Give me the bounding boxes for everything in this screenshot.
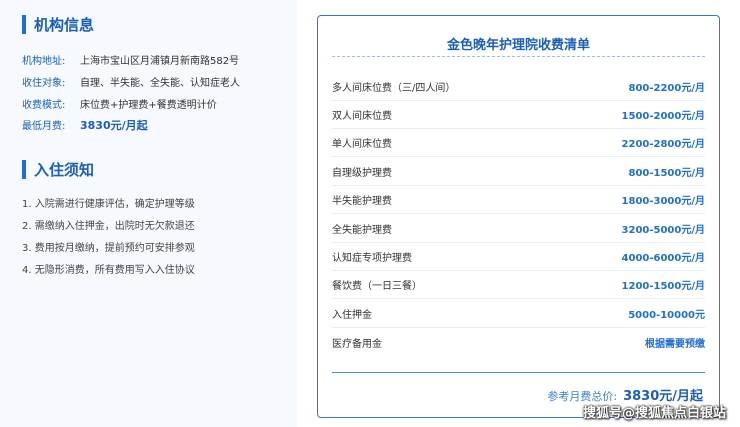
fee-name: 单人间床位费: [332, 139, 392, 150]
fee-price: 1500-2000元/月: [621, 111, 705, 122]
admission-note: 1. 入院需进行健康评估，确定护理等级: [22, 199, 195, 210]
fee-price: 2200-2800元/月: [621, 139, 705, 150]
info-label: 收住对象:: [22, 78, 66, 89]
min-fee-value: 3830元/月起: [80, 119, 148, 132]
info-label: 收费模式:: [22, 100, 66, 111]
fee-name: 认知症专项护理费: [332, 253, 412, 264]
watermark: 搜狐号@搜狐焦点白银站: [582, 406, 726, 421]
fee-price: 800-1500元/月: [628, 168, 705, 179]
fee-price: 3200-5000元/月: [621, 225, 705, 236]
info-row-billing: 收费模式: 床位费+护理费+餐费透明计价: [22, 96, 217, 111]
fee-list-title: 金色晚年护理院收费清单: [446, 38, 590, 53]
fee-row: 双人间床位费 1500-2000元/月: [332, 101, 705, 129]
fee-name: 多人间床位费（三/四人间）: [332, 83, 456, 94]
fee-row: 入住押金 5000-10000元: [332, 300, 705, 328]
fee-name: 医疗备用金: [332, 338, 382, 350]
fee-list-card: 金色晚年护理院收费清单 多人间床位费（三/四人间） 800-2200元/月 双人间…: [317, 15, 720, 418]
fee-row: 医疗备用金 根据需要预缴: [332, 328, 705, 356]
info-value: 上海市宝山区月浦镇月新南路582号: [80, 56, 240, 67]
title-divider: [332, 56, 705, 57]
fee-name: 全失能护理费: [332, 225, 392, 236]
info-value: 自理、半失能、全失能、认知症老人: [80, 78, 240, 89]
admission-note: 2. 需缴纳入住押金，出院时无欠款退还: [22, 221, 195, 232]
fee-row: 半失能护理费 1800-3000元/月: [332, 186, 705, 214]
info-row-residents: 收住对象: 自理、半失能、全失能、认知症老人: [22, 74, 240, 89]
fee-price: 800-2200元/月: [628, 83, 705, 94]
info-row-min-fee: 最低月费: 3830元/月起: [22, 117, 148, 133]
fee-name: 自理级护理费: [332, 168, 392, 179]
fee-price: 根据需要预缴: [645, 338, 705, 350]
fee-name: 入住押金: [332, 310, 372, 321]
fee-price: 1800-3000元/月: [621, 196, 705, 207]
total-divider: [332, 372, 705, 373]
info-row-address: 机构地址: 上海市宝山区月浦镇月新南路582号: [22, 52, 239, 67]
info-value: 床位费+护理费+餐费透明计价: [80, 100, 217, 111]
fee-row: 餐饮费（一日三餐） 1200-1500元/月: [332, 271, 705, 299]
fee-name: 半失能护理费: [332, 196, 392, 207]
fee-row: 认知症专项护理费 4000-6000元/月: [332, 243, 705, 271]
fee-row: 单人间床位费 2200-2800元/月: [332, 129, 705, 157]
info-label: 机构地址:: [22, 56, 66, 67]
admission-note: 4. 无隐形消费，所有费用写入入住协议: [22, 265, 195, 276]
fee-row: 自理级护理费 800-1500元/月: [332, 158, 705, 186]
heading-accent-bar: [22, 15, 26, 34]
fee-name: 双人间床位费: [332, 111, 392, 122]
fee-price: 5000-10000元: [628, 310, 705, 321]
fee-row: 多人间床位费（三/四人间） 800-2200元/月: [332, 73, 705, 101]
admission-title: 入住须知: [34, 161, 95, 179]
admission-note: 3. 费用按月缴纳，提前预约可安排参观: [22, 243, 195, 254]
fee-row: 全失能护理费 3200-5000元/月: [332, 215, 705, 243]
fee-name: 餐饮费（一日三餐）: [332, 281, 422, 292]
institution-panel: 机构信息 机构地址: 上海市宝山区月浦镇月新南路582号 收住对象: 自理、半失能、…: [0, 0, 297, 427]
fee-price: 4000-6000元/月: [621, 253, 705, 264]
institution-title: 机构信息: [34, 16, 95, 34]
admission-heading: 入住须知: [22, 159, 94, 180]
info-label: 最低月费:: [22, 121, 66, 132]
heading-accent-bar: [22, 160, 26, 179]
institution-heading: 机构信息: [22, 14, 94, 35]
fee-price: 1200-1500元/月: [621, 281, 705, 292]
